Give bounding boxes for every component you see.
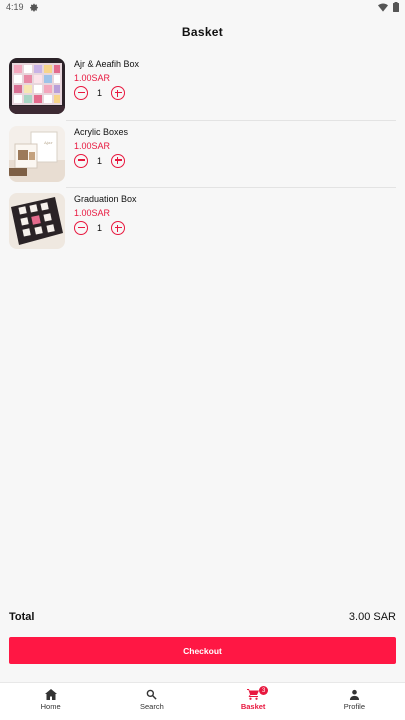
status-bar: 4:19 xyxy=(0,0,405,14)
nav-item-home[interactable]: Home xyxy=(0,683,101,720)
total-row: Total 3.00 SAR xyxy=(9,610,396,624)
settings-icon xyxy=(29,3,38,12)
cart-icon xyxy=(247,689,260,700)
nav-label-search: Search xyxy=(139,702,164,711)
minus-circle-icon[interactable] xyxy=(74,153,88,168)
product-image[interactable]: Ajar xyxy=(9,125,65,182)
bottom-nav: Home Search 3 Basket Profile xyxy=(0,682,405,720)
home-icon xyxy=(44,689,57,700)
quantity-stepper: 1 xyxy=(74,86,139,100)
checkout-button[interactable]: Checkout xyxy=(9,637,396,664)
quantity-stepper: 1 xyxy=(74,221,137,235)
product-name: Acrylic Boxes xyxy=(74,126,129,137)
product-price: 1.00SAR xyxy=(74,140,111,151)
basket-item[interactable]: Ajar Acrylic Boxes 1.00SAR 1 xyxy=(0,119,405,188)
basket-count-badge: 3 xyxy=(259,686,269,695)
basket-list: Ajr & Aeafih Box 1.00SAR 1 Ajar Acrylic … xyxy=(0,52,405,255)
product-name: Ajr & Aeafih Box xyxy=(74,59,140,69)
svg-text:Ajar: Ajar xyxy=(43,140,53,145)
plus-circle-icon[interactable] xyxy=(111,86,125,100)
nav-label-basket: Basket xyxy=(240,702,266,711)
product-name: Graduation Box xyxy=(74,194,137,204)
search-icon xyxy=(147,689,157,700)
person-icon xyxy=(349,689,359,700)
quantity-value: 1 xyxy=(96,223,102,233)
product-image[interactable] xyxy=(9,58,65,114)
page-title: Basket xyxy=(181,25,224,39)
total-label: Total xyxy=(9,611,35,623)
battery-icon xyxy=(393,2,399,12)
minus-circle-icon[interactable] xyxy=(74,221,88,235)
product-price: 1.00SAR xyxy=(74,73,111,83)
plus-circle-icon[interactable] xyxy=(111,221,125,235)
minus-circle-icon[interactable] xyxy=(74,86,88,100)
plus-circle-icon[interactable] xyxy=(111,153,125,168)
quantity-value: 1 xyxy=(96,155,102,166)
total-value: 3.00 SAR xyxy=(348,611,396,623)
quantity-value: 1 xyxy=(96,88,102,98)
basket-item[interactable]: Ajr & Aeafih Box 1.00SAR 1 xyxy=(0,52,405,120)
nav-label-home: Home xyxy=(40,702,61,711)
app-bar: Basket xyxy=(0,14,405,50)
nav-item-search[interactable]: Search xyxy=(101,683,202,720)
nav-label-profile: Profile xyxy=(343,702,365,711)
product-price: 1.00SAR xyxy=(74,208,111,218)
nav-item-basket[interactable]: 3 Basket xyxy=(203,683,304,720)
wifi-icon xyxy=(378,3,388,12)
basket-item[interactable]: Graduation Box 1.00SAR 1 xyxy=(0,187,405,255)
status-time: 4:19 xyxy=(6,2,24,12)
nav-item-profile[interactable]: Profile xyxy=(304,683,405,720)
quantity-stepper: 1 xyxy=(74,153,128,168)
product-image[interactable] xyxy=(9,193,65,249)
